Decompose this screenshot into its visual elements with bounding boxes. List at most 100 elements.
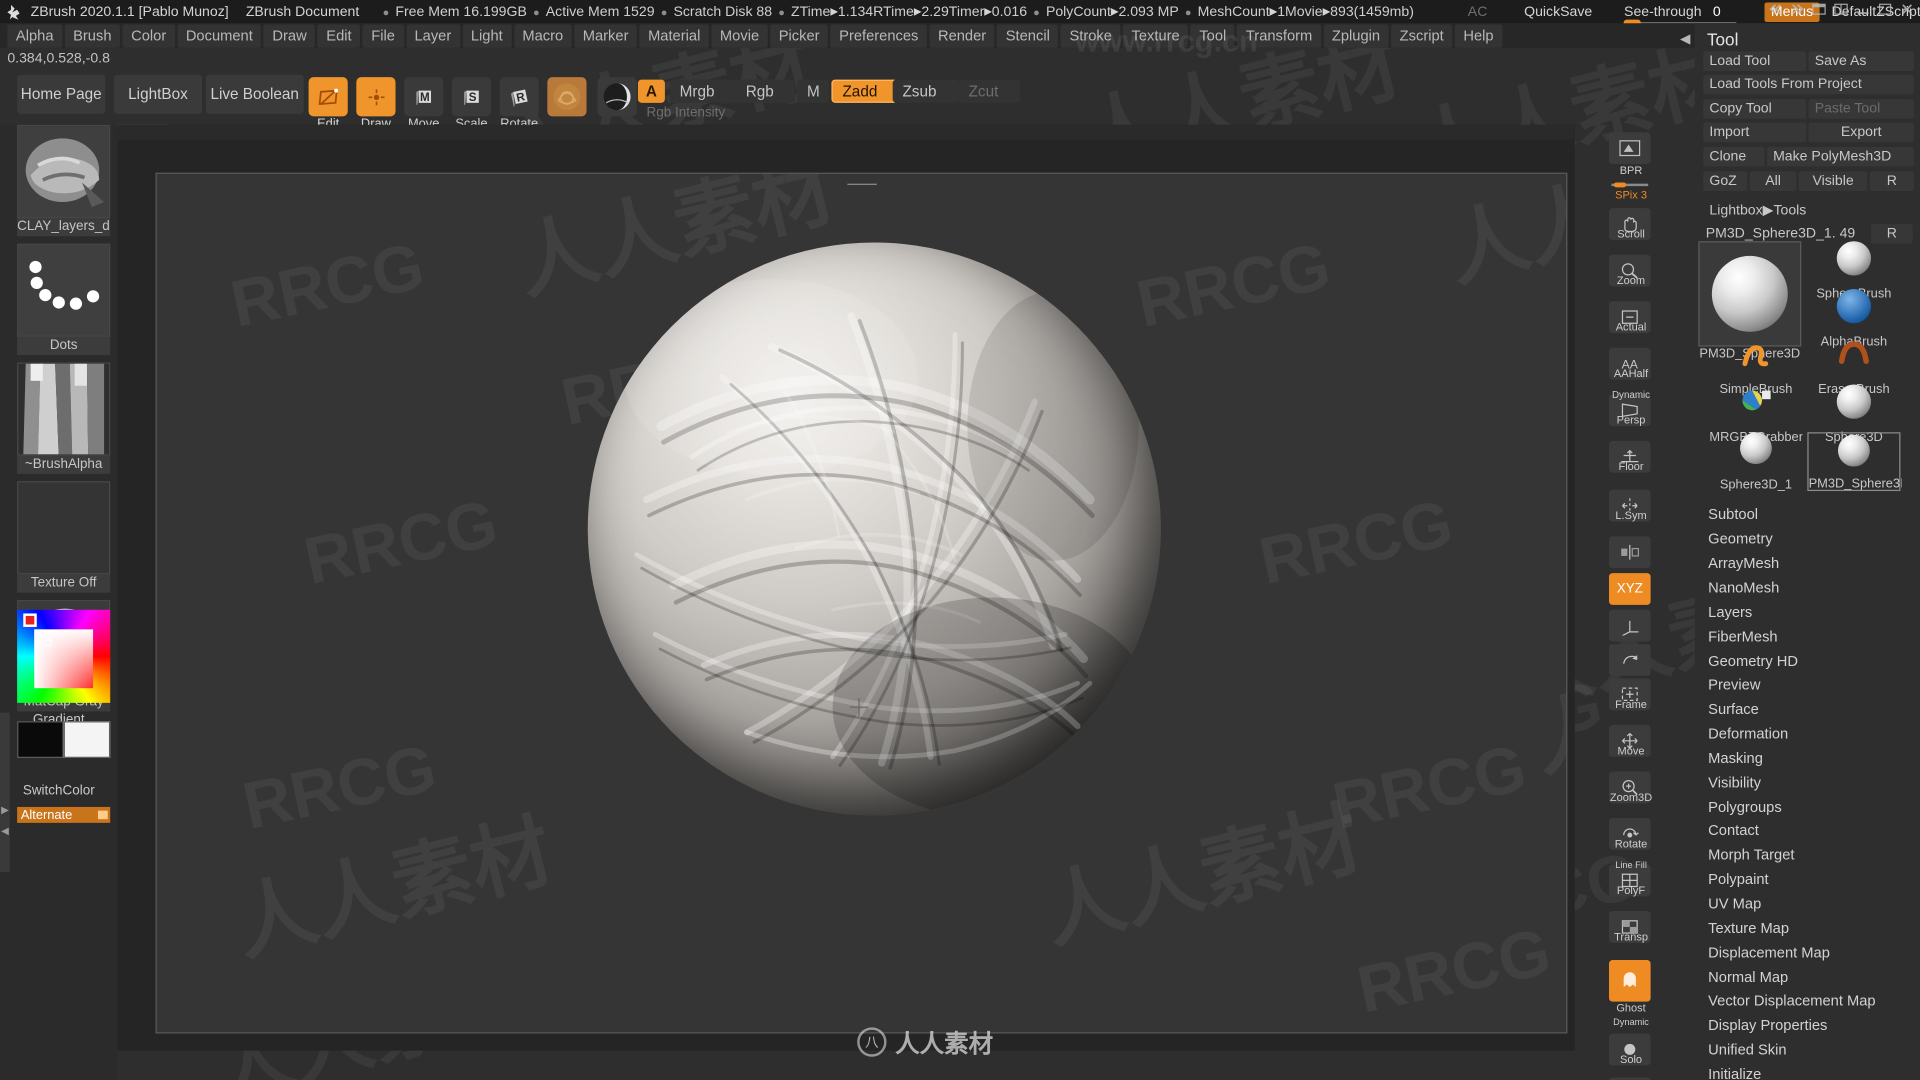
menu-zplugin[interactable]: Zplugin <box>1323 23 1389 48</box>
alpha-thumbnail[interactable] <box>17 124 111 218</box>
goz-all-button[interactable]: All <box>1749 171 1797 192</box>
subpalette-preview[interactable]: Preview <box>1695 672 1920 696</box>
subpalette-masking[interactable]: Masking <box>1695 746 1920 770</box>
symmetry-mode-button[interactable] <box>1608 536 1651 569</box>
subpalette-polypaint-label[interactable]: Polypaint <box>1695 867 1920 891</box>
subpalette-vector-displacement[interactable]: Vector Displacement Map <box>1695 988 1920 1012</box>
see-through-slider[interactable]: See-through 0 <box>1624 4 1737 26</box>
ghost-button[interactable] <box>1608 960 1651 1002</box>
make-polymesh3d-button[interactable]: Make PolyMesh3D <box>1766 146 1914 167</box>
subpalette-geometry-hd[interactable]: Geometry HD <box>1695 649 1920 673</box>
subpalette-uv-map[interactable]: UV Map <box>1695 891 1920 915</box>
mrgb-button[interactable]: Mrgb <box>669 79 744 103</box>
save-as-button[interactable]: Save As <box>1808 51 1914 72</box>
alpha-preview-thumbnail[interactable] <box>17 362 111 456</box>
sidebar-item-alpha-preview[interactable]: ~BrushAlpha <box>17 362 111 474</box>
color-swatch-pair[interactable] <box>17 721 111 758</box>
subpalette-polygroups[interactable]: Polygroups <box>1695 795 1920 819</box>
load-tools-from-project-button[interactable]: Load Tools From Project <box>1703 74 1914 95</box>
chevrons-left-icon[interactable] <box>1767 1 1783 17</box>
sidebar-expand-left-icon[interactable]: ◀ <box>0 825 10 836</box>
goz-visible-button[interactable]: Visible <box>1798 171 1868 192</box>
subpalette-deformation[interactable]: Deformation <box>1695 721 1920 745</box>
quicksave-button[interactable]: QuickSave <box>1524 4 1592 19</box>
rotate-button[interactable]: R Rotate <box>499 77 539 131</box>
bpr-button[interactable] <box>1608 132 1651 165</box>
menu-texture[interactable]: Texture <box>1122 23 1189 48</box>
chevrons-right-icon[interactable] <box>1789 1 1805 17</box>
alternate-button[interactable]: Alternate <box>17 806 111 823</box>
subpalette-initialize[interactable]: Initialize <box>1695 1062 1920 1080</box>
primary-color-swatch[interactable] <box>17 721 64 758</box>
subpalette-unified-skin[interactable]: Unified Skin <box>1695 1037 1920 1061</box>
maximize-icon[interactable] <box>1877 1 1893 17</box>
live-boolean-button[interactable]: Live Boolean <box>205 74 304 114</box>
menu-transform[interactable]: Transform <box>1237 23 1321 48</box>
menu-alpha[interactable]: Alpha <box>7 23 63 48</box>
minimize-icon[interactable] <box>1855 1 1871 17</box>
subpalette-subtool[interactable]: Subtool <box>1695 502 1920 526</box>
spix-slider-knob[interactable] <box>1613 182 1627 188</box>
menu-zscript[interactable]: Zscript <box>1391 23 1453 48</box>
xyz-button[interactable]: XYZ <box>1608 573 1651 605</box>
document-canvas[interactable]: RRCG RRCG RRCG RRCG RRCG RRCG RRCG RRCG … <box>155 172 1568 1034</box>
goz-button[interactable]: GoZ <box>1703 171 1748 192</box>
color-picker[interactable] <box>17 609 111 703</box>
subpalette-displacement-map[interactable]: Displacement Map <box>1695 940 1920 964</box>
alternate-toggle-indicator[interactable] <box>97 810 108 820</box>
sidebar-resize-handle[interactable] <box>0 712 10 872</box>
material-button[interactable] <box>597 77 637 117</box>
grid-icon[interactable] <box>1833 1 1849 17</box>
home-page-button[interactable]: Home Page <box>17 74 106 114</box>
menu-document[interactable]: Document <box>177 23 262 48</box>
load-tool-button[interactable]: Load Tool <box>1703 51 1807 72</box>
stroke-thumbnail[interactable] <box>17 243 111 337</box>
close-icon[interactable] <box>1899 1 1915 17</box>
import-button[interactable]: Import <box>1703 122 1807 143</box>
menu-movie[interactable]: Movie <box>711 23 768 48</box>
menu-picker[interactable]: Picker <box>770 23 829 48</box>
transform-mode-button[interactable] <box>1608 609 1651 642</box>
subpalette-texture-map[interactable]: Texture Map <box>1695 916 1920 940</box>
menu-render[interactable]: Render <box>929 23 995 48</box>
menu-color[interactable]: Color <box>122 23 175 48</box>
copy-tool-button[interactable]: Copy Tool <box>1703 99 1807 119</box>
lightbox-tools-row[interactable]: Lightbox▶Tools <box>1703 199 1914 220</box>
goz-r-button[interactable]: R <box>1869 171 1914 192</box>
zadd-button[interactable]: Zadd <box>831 79 898 103</box>
menu-preferences[interactable]: Preferences <box>830 23 927 48</box>
menu-stroke[interactable]: Stroke <box>1060 23 1121 48</box>
menu-macro[interactable]: Macro <box>513 23 572 48</box>
color-picker-handle[interactable] <box>44 639 52 647</box>
menu-help[interactable]: Help <box>1454 23 1503 48</box>
sidebar-item-stroke[interactable]: Dots <box>17 243 111 356</box>
subpalette-fibermesh[interactable]: FiberMesh <box>1695 624 1920 648</box>
subpalette-display-properties[interactable]: Display Properties <box>1695 1013 1920 1037</box>
rgb-button[interactable]: Rgb <box>735 79 795 103</box>
menu-edit[interactable]: Edit <box>317 23 361 48</box>
paste-tool-button[interactable]: Paste Tool <box>1808 99 1914 119</box>
subpalette-arraymesh[interactable]: ArrayMesh <box>1695 551 1920 575</box>
menu-draw[interactable]: Draw <box>263 23 316 48</box>
zcut-button[interactable]: Zcut <box>958 79 1021 103</box>
secondary-color-swatch[interactable] <box>63 721 111 758</box>
menu-marker[interactable]: Marker <box>574 23 638 48</box>
alpha-toggle-button[interactable]: A <box>637 79 665 103</box>
sidebar-item-texture[interactable]: Texture Off <box>17 481 111 593</box>
canvas-area[interactable]: RRCG RRCG RRCG RRCG RRCG RRCG RRCG RRCG … <box>117 139 1575 1051</box>
menu-file[interactable]: File <box>362 23 404 48</box>
draw-button[interactable]: Draw <box>356 77 396 131</box>
selected-tool-thumbnail[interactable]: PM3D_Sphere3D <box>1698 241 1802 361</box>
subpalette-nanomesh[interactable]: NanoMesh <box>1695 576 1920 600</box>
menu-tool[interactable]: Tool <box>1190 23 1235 48</box>
clone-button[interactable]: Clone <box>1703 146 1765 167</box>
menu-stencil[interactable]: Stencil <box>997 23 1059 48</box>
current-brush-button[interactable] <box>547 77 587 117</box>
menu-light[interactable]: Light <box>462 23 512 48</box>
sidebar-expand-right-icon[interactable]: ▶ <box>0 804 10 815</box>
menu-brush[interactable]: Brush <box>64 23 121 48</box>
subpalette-contact[interactable]: Contact <box>1695 818 1920 842</box>
subpalette-morph-target[interactable]: Morph Target <box>1695 842 1920 866</box>
menu-layer[interactable]: Layer <box>405 23 460 48</box>
tool-item-sphere3d-1[interactable]: Sphere3D_1 <box>1709 432 1802 492</box>
